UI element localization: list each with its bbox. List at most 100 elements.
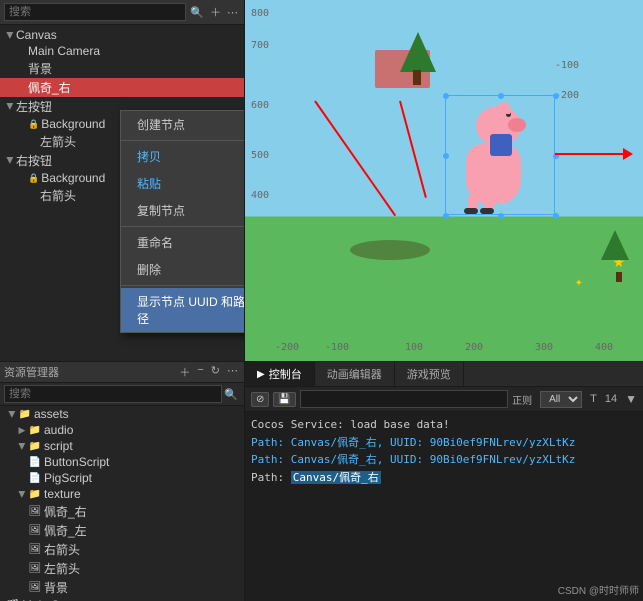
scene-view[interactable]: 800 700 600 500 400 -200 -100 100 200 30… <box>245 0 643 361</box>
tree-top <box>400 32 436 72</box>
x-label: -100 <box>325 342 349 353</box>
asset-item-audio[interactable]: ▶ 📁 audio <box>0 422 244 438</box>
handle-tl[interactable] <box>443 93 449 99</box>
console-toolbar: ⊘ 💾 正则 All T 14 ▼ <box>245 387 643 412</box>
folder-arrow: ▶ <box>7 408 18 420</box>
assets-remove-icon[interactable]: − <box>195 364 205 380</box>
x-label: -200 <box>275 342 299 353</box>
assets-add-icon[interactable]: ＋ <box>177 364 192 380</box>
axis-label: 700 <box>251 40 269 51</box>
tree-item-maincamera[interactable]: Main Camera <box>0 43 244 59</box>
image-icon: 🖼 <box>28 581 42 595</box>
assets-search-bar: 🔍 <box>0 383 244 406</box>
right-arrowhead <box>623 148 633 160</box>
asset-item-assets[interactable]: ▶ 📁 assets <box>0 406 244 422</box>
context-create-node[interactable]: 创建节点 ▶ <box>121 111 244 138</box>
context-copy[interactable]: 拷贝 <box>121 143 244 170</box>
hierarchy-toolbar: 🔍 ＋ ⋯ <box>0 0 244 25</box>
asset-item-script[interactable]: ▶ 📁 script <box>0 438 244 454</box>
image-icon: 🖼 <box>28 524 42 538</box>
scene-panel: 800 700 600 500 400 -200 -100 100 200 30… <box>245 0 643 361</box>
asset-item-texture[interactable]: ▶ 📁 texture <box>0 486 244 502</box>
asset-item-main-scene[interactable]: 🎬 Main Scene <box>0 597 244 601</box>
asset-item-buttonscript[interactable]: 📄 ButtonScript <box>0 454 244 470</box>
search-icon[interactable]: 🔍 <box>188 6 206 19</box>
console-panel: ▶ 控制台 动画编辑器 游戏预览 ⊘ 💾 正则 All T 14 ▼ Cocos… <box>245 362 643 601</box>
console-line-4: Path: Canvas/佩奇_右 <box>251 469 637 487</box>
console-normal-label: 正则 <box>512 392 532 407</box>
axis-label: 800 <box>251 8 269 19</box>
context-menu: 创建节点 ▶ 拷贝 粘贴 复制节点 重命名 删除 <box>120 110 244 333</box>
folder-icon: 📁 <box>28 487 42 501</box>
console-line-1: Cocos Service: load base data! <box>251 416 637 434</box>
tab-preview-label: 游戏预览 <box>407 366 451 382</box>
hierarchy-panel: 🔍 ＋ ⋯ ▶ Canvas Main Camera 背景 <box>0 0 245 361</box>
axis-label: 400 <box>251 190 269 201</box>
image-icon: 🖼 <box>28 543 42 557</box>
tab-animation[interactable]: 动画编辑器 <box>315 362 395 386</box>
folder-arrow: ▶ <box>17 440 28 452</box>
more-icon[interactable]: ⋯ <box>225 6 240 19</box>
asset-item-bg[interactable]: 🖼 背景 <box>0 578 244 597</box>
asset-item-right-arrow[interactable]: 🖼 右箭头 <box>0 540 244 559</box>
arrow-icon: ▶ <box>5 155 16 167</box>
folder-icon: 📁 <box>28 439 42 453</box>
assets-more-icon[interactable]: ⋯ <box>225 364 240 380</box>
console-clear-btn[interactable]: ⊘ <box>251 392 269 407</box>
tree-item-bg[interactable]: 背景 <box>0 59 244 78</box>
right-arrow-line <box>555 153 625 155</box>
handle-bm[interactable] <box>498 213 504 219</box>
mud-shadow <box>350 240 430 260</box>
axis-label: -100 <box>555 60 579 71</box>
context-rename[interactable]: 重命名 <box>121 229 244 256</box>
console-filter-input[interactable] <box>300 390 508 408</box>
lock-icon: 🔒 <box>28 119 39 130</box>
separator <box>121 285 244 286</box>
assets-search-input[interactable] <box>4 385 222 403</box>
console-tabs: ▶ 控制台 动画编辑器 游戏预览 <box>245 362 643 387</box>
t-label: T <box>590 393 597 405</box>
handle-tr[interactable] <box>553 93 559 99</box>
tab-console-label: 控制台 <box>269 366 302 382</box>
image-icon: 🖼 <box>28 505 42 519</box>
handle-bl[interactable] <box>443 213 449 219</box>
hierarchy-search-input[interactable] <box>4 3 186 21</box>
num-label: 14 <box>605 393 617 405</box>
tree-item-canvas[interactable]: ▶ Canvas <box>0 27 244 43</box>
folder-icon: 📁 <box>18 407 32 421</box>
console-all-select[interactable]: All <box>540 391 582 408</box>
search-icon[interactable]: 🔍 <box>222 388 240 401</box>
handle-tm[interactable] <box>498 93 504 99</box>
asset-item-left-arrow[interactable]: 🖼 左箭头 <box>0 559 244 578</box>
x-label: 400 <box>595 342 613 353</box>
console-save-btn[interactable]: 💾 <box>273 392 295 407</box>
image-icon: 🖼 <box>28 562 42 576</box>
context-delete[interactable]: 删除 <box>121 256 244 283</box>
bottom-area: 资源管理器 ＋ − ↻ ⋯ 🔍 ▶ 📁 assets ▶ 📁 <box>0 361 643 601</box>
add-icon[interactable]: ＋ <box>208 4 223 20</box>
diagonal-arrow-1 <box>314 100 396 216</box>
handle-ml[interactable] <box>443 153 449 159</box>
console-tab-icon: ▶ <box>257 369 265 380</box>
asset-item-peppa-right[interactable]: 🖼 佩奇_右 <box>0 502 244 521</box>
assets-refresh-icon[interactable]: ↻ <box>209 364 222 380</box>
folder-arrow: ▶ <box>17 488 28 500</box>
assets-panel: 资源管理器 ＋ − ↻ ⋯ 🔍 ▶ 📁 assets ▶ 📁 <box>0 362 245 601</box>
x-label: 300 <box>535 342 553 353</box>
asset-item-peppa-left[interactable]: 🖼 佩奇_左 <box>0 521 244 540</box>
folder-icon: 📁 <box>28 423 42 437</box>
assets-toolbar: 资源管理器 ＋ − ↻ ⋯ <box>0 362 244 383</box>
tab-console[interactable]: ▶ 控制台 <box>245 362 315 386</box>
context-duplicate[interactable]: 复制节点 <box>121 197 244 224</box>
arrow-icon: ▶ <box>5 29 16 41</box>
handle-br[interactable] <box>553 213 559 219</box>
context-paste[interactable]: 粘贴 <box>121 170 244 197</box>
context-show-uuid[interactable]: 显示节点 UUID 和路径 <box>121 288 244 332</box>
axis-label: 500 <box>251 150 269 161</box>
tab-preview[interactable]: 游戏预览 <box>395 362 464 386</box>
asset-item-pigscript[interactable]: 📄 PigScript <box>0 470 244 486</box>
hierarchy-tree: ▶ Canvas Main Camera 背景 佩奇_右 ▶ 左按 <box>0 25 244 361</box>
console-line-2: Path: Canvas/佩奇_右, UUID: 90Bi0ef9FNLrev/… <box>251 434 637 452</box>
tree-item-peppa-right[interactable]: 佩奇_右 <box>0 78 244 97</box>
tree-trunk-right <box>616 272 622 282</box>
